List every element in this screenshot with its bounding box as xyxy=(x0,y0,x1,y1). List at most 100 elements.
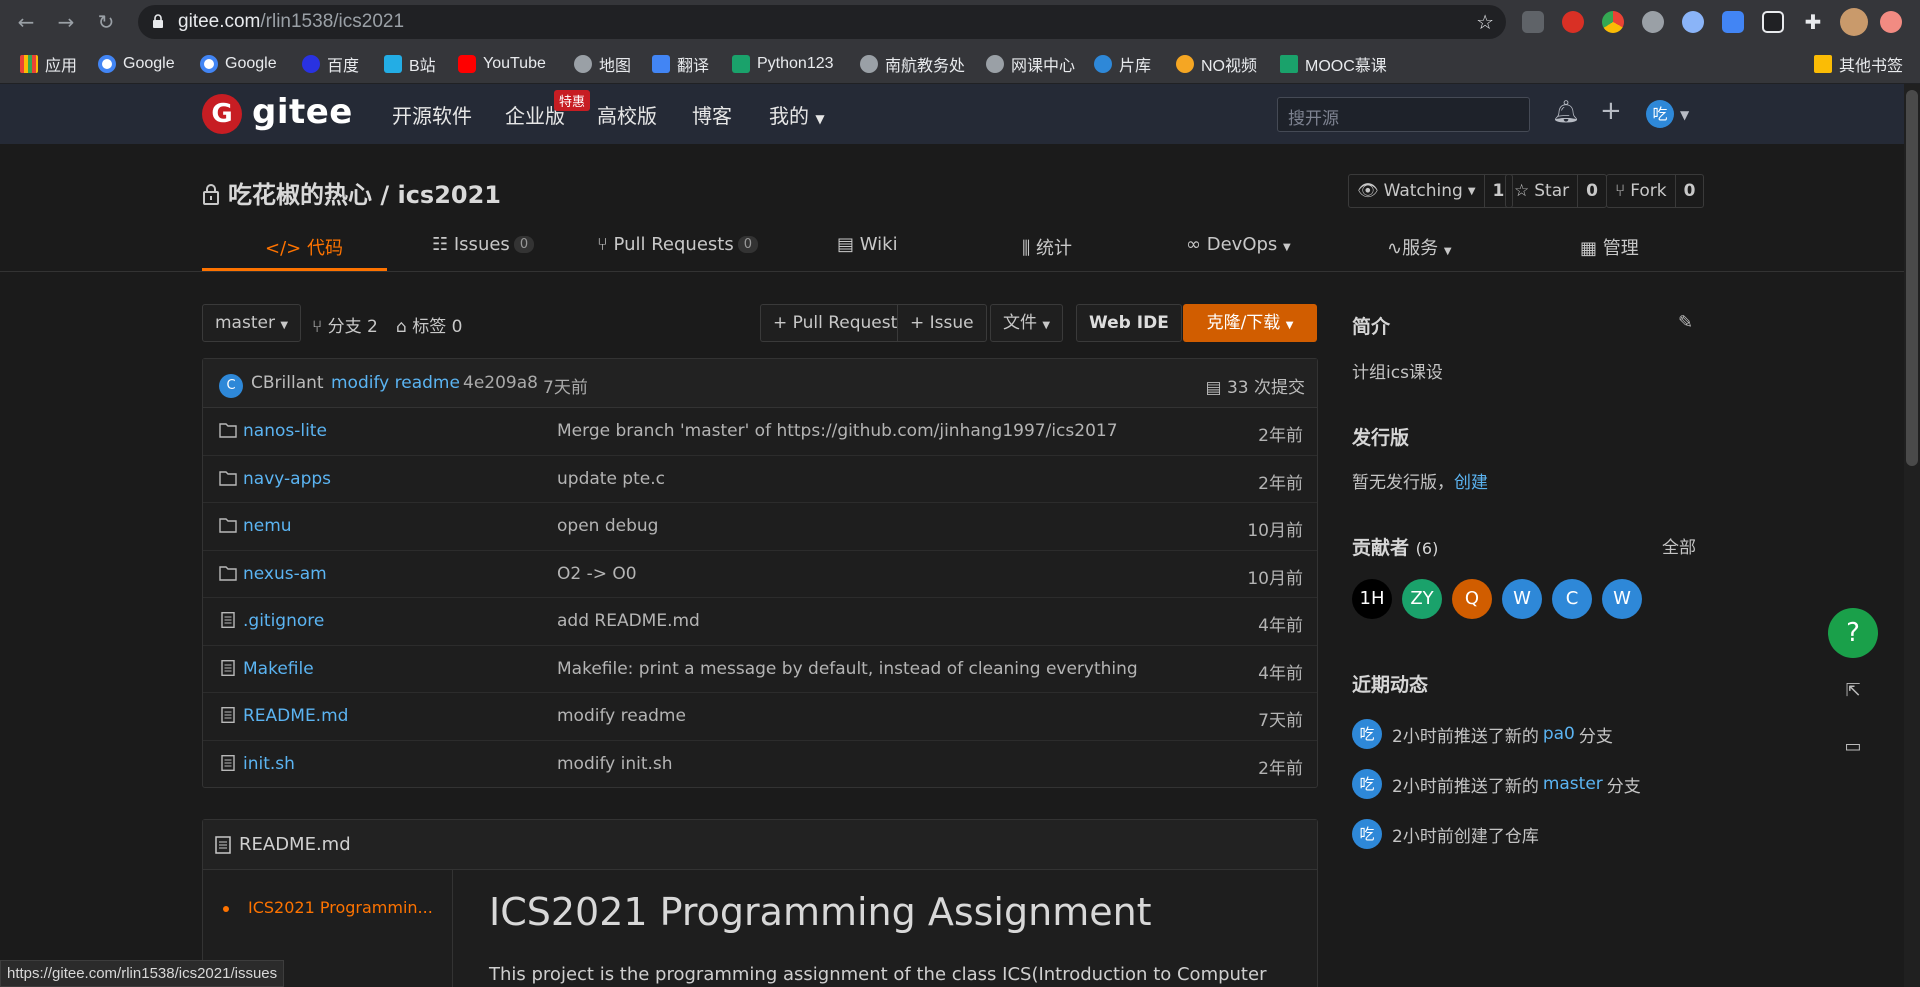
file-name[interactable]: nanos-lite xyxy=(243,421,327,441)
new-issue-button[interactable]: + Issue xyxy=(897,304,987,342)
bookmark-item[interactable]: YouTube xyxy=(458,53,546,75)
tab-manage[interactable]: ▦ 管理 xyxy=(1580,234,1639,260)
tab-stats[interactable]: ⫼ 统计 xyxy=(1022,234,1072,260)
bookmark-item[interactable]: NO视频 xyxy=(1176,53,1257,75)
nav-blog[interactable]: 博客 xyxy=(692,100,732,129)
star-button[interactable]: ☆ Star 0 xyxy=(1505,174,1607,208)
file-name[interactable]: nexus-am xyxy=(243,564,327,584)
nav-education[interactable]: 高校版 xyxy=(597,100,657,129)
gitee-logo-text[interactable]: gitee xyxy=(252,90,353,134)
plus-icon[interactable]: + xyxy=(1600,96,1622,126)
watch-button[interactable]: 👁︎ Watching ▼ 1 xyxy=(1348,174,1514,208)
file-commit-message[interactable]: modify readme xyxy=(557,706,686,726)
search-input[interactable]: 搜开源 xyxy=(1277,97,1530,132)
file-commit-message[interactable]: modify init.sh xyxy=(557,754,673,774)
file-row[interactable]: nexus-am O2 -> O0 10月前 xyxy=(203,551,1317,598)
bookmark-item[interactable]: B站 xyxy=(384,53,436,75)
tab-issues[interactable]: ☷ Issues 0 xyxy=(432,234,535,255)
file-menu-button[interactable]: 文件 ▼ xyxy=(990,304,1064,342)
back-icon[interactable]: ← xyxy=(14,10,38,34)
contributors-all-link[interactable]: 全部 xyxy=(1662,533,1696,558)
repo-title[interactable]: 吃花椒的热心 / ics2021 xyxy=(202,175,501,210)
activity-avatar[interactable]: 吃 xyxy=(1352,769,1382,799)
update-icon[interactable] xyxy=(1880,11,1902,33)
bookmark-star-icon[interactable]: ☆ xyxy=(1476,10,1494,34)
tab-wiki[interactable]: ▤ Wiki xyxy=(837,234,898,255)
commit-message[interactable]: modify readme xyxy=(331,373,460,393)
new-pull-request-button[interactable]: + Pull Request xyxy=(760,304,910,342)
file-commit-message[interactable]: Merge branch 'master' of https://github.… xyxy=(557,421,1118,441)
tab-code[interactable]: </> 代码 xyxy=(265,234,343,260)
web-ide-button[interactable]: Web IDE xyxy=(1076,304,1182,342)
file-row[interactable]: nemu open debug 10月前 xyxy=(203,503,1317,551)
create-release-link[interactable]: 创建 xyxy=(1454,473,1488,493)
branch-select[interactable]: master ▼ xyxy=(202,304,302,342)
puzzle-icon[interactable]: ✚ xyxy=(1802,11,1824,33)
file-commit-message[interactable]: Makefile: print a message by default, in… xyxy=(557,659,1138,679)
commit-hash[interactable]: 4e209a8 xyxy=(463,373,538,393)
tags-link[interactable]: ⌂ 标签 0 xyxy=(396,312,462,337)
other-bookmarks[interactable]: 其他书签 xyxy=(1814,53,1903,75)
eyes-extension-icon[interactable] xyxy=(1682,11,1704,33)
bookmark-item[interactable]: 南航教务处 xyxy=(860,53,965,75)
caret-down-icon[interactable]: ▼ xyxy=(1680,108,1689,122)
activity-avatar[interactable]: 吃 xyxy=(1352,719,1382,749)
contributor-avatar[interactable]: Q xyxy=(1452,579,1492,619)
file-name[interactable]: nemu xyxy=(243,516,292,536)
contributor-avatar[interactable]: C xyxy=(1552,579,1592,619)
edit-icon[interactable]: ✎ xyxy=(1678,312,1693,333)
file-row[interactable]: navy-apps update pte.c 2年前 xyxy=(203,456,1317,503)
activity-branch-link[interactable]: pa0 xyxy=(1543,724,1575,744)
bookmark-item[interactable]: 地图 xyxy=(574,53,631,75)
fork-button[interactable]: ⑂ Fork 0 xyxy=(1606,174,1705,208)
user-avatar[interactable]: 吃 xyxy=(1646,100,1674,128)
commit-count[interactable]: ▤ 33 次提交 xyxy=(1205,373,1305,398)
contributor-avatar[interactable]: W xyxy=(1602,579,1642,619)
nav-open-source[interactable]: 开源软件 xyxy=(392,100,472,129)
forward-icon[interactable]: → xyxy=(54,10,78,34)
file-name[interactable]: .gitignore xyxy=(243,611,324,631)
file-name[interactable]: init.sh xyxy=(243,754,295,774)
scrollbar-thumb[interactable] xyxy=(1906,90,1918,466)
bookmark-item[interactable]: Google xyxy=(98,53,175,75)
file-commit-message[interactable]: update pte.c xyxy=(557,469,665,489)
branches-link[interactable]: ⑂ 分支 2 xyxy=(312,312,378,337)
file-row[interactable]: Makefile Makefile: print a message by def… xyxy=(203,646,1317,693)
incognito-extension-icon[interactable] xyxy=(1762,11,1784,33)
file-commit-message[interactable]: add README.md xyxy=(557,611,700,631)
mail-extension-icon[interactable] xyxy=(1522,11,1544,33)
tab-pull-requests[interactable]: ⑂ Pull Requests 0 xyxy=(597,234,758,255)
profile-avatar[interactable] xyxy=(1840,8,1868,36)
bookmark-item[interactable]: 网课中心 xyxy=(986,53,1075,75)
file-row[interactable]: README.md modify readme 7天前 xyxy=(203,693,1317,741)
bookmark-item[interactable]: 百度 xyxy=(302,53,359,75)
bell-icon[interactable]: 🔔︎ xyxy=(1552,100,1580,125)
bookmark-item[interactable]: 片库 xyxy=(1094,53,1151,75)
toc-item[interactable]: ICS2021 Programmin... xyxy=(248,898,433,917)
address-bar[interactable]: gitee.com/rlin1538/ics2021 ☆ xyxy=(138,5,1506,39)
bookmark-item[interactable]: 翻译 xyxy=(652,53,709,75)
file-row[interactable]: nanos-lite Merge branch 'master' of https… xyxy=(203,408,1317,456)
commit-author[interactable]: CBrillant xyxy=(251,373,324,393)
activity-branch-link[interactable]: master xyxy=(1543,774,1603,794)
nav-mine[interactable]: 我的 ▼ xyxy=(769,100,825,129)
file-commit-message[interactable]: O2 -> O0 xyxy=(557,564,637,584)
mask-extension-icon[interactable] xyxy=(1642,11,1664,33)
gitee-logo-icon[interactable]: G xyxy=(202,94,242,134)
file-name[interactable]: README.md xyxy=(243,706,348,726)
file-name[interactable]: navy-apps xyxy=(243,469,331,489)
tab-devops[interactable]: ∞ DevOps ▼ xyxy=(1186,234,1291,255)
external-link-icon[interactable]: ⇱ xyxy=(1842,680,1864,701)
help-button[interactable]: ? xyxy=(1828,608,1878,658)
comment-icon[interactable]: ▭ xyxy=(1842,736,1864,757)
red-extension-icon[interactable] xyxy=(1562,11,1584,33)
reload-icon[interactable]: ↻ xyxy=(94,10,118,34)
bookmark-item[interactable]: MOOC慕课 xyxy=(1280,53,1387,75)
translate-extension-icon[interactable] xyxy=(1722,11,1744,33)
file-name[interactable]: Makefile xyxy=(243,659,314,679)
clone-download-button[interactable]: 克隆/下载 ▼ xyxy=(1183,304,1317,342)
contributor-avatar[interactable]: ZY xyxy=(1402,579,1442,619)
tab-service[interactable]: ∿服务 ▼ xyxy=(1387,234,1452,260)
author-avatar[interactable]: C xyxy=(219,374,243,398)
bookmark-item[interactable]: 应用 xyxy=(20,53,77,75)
